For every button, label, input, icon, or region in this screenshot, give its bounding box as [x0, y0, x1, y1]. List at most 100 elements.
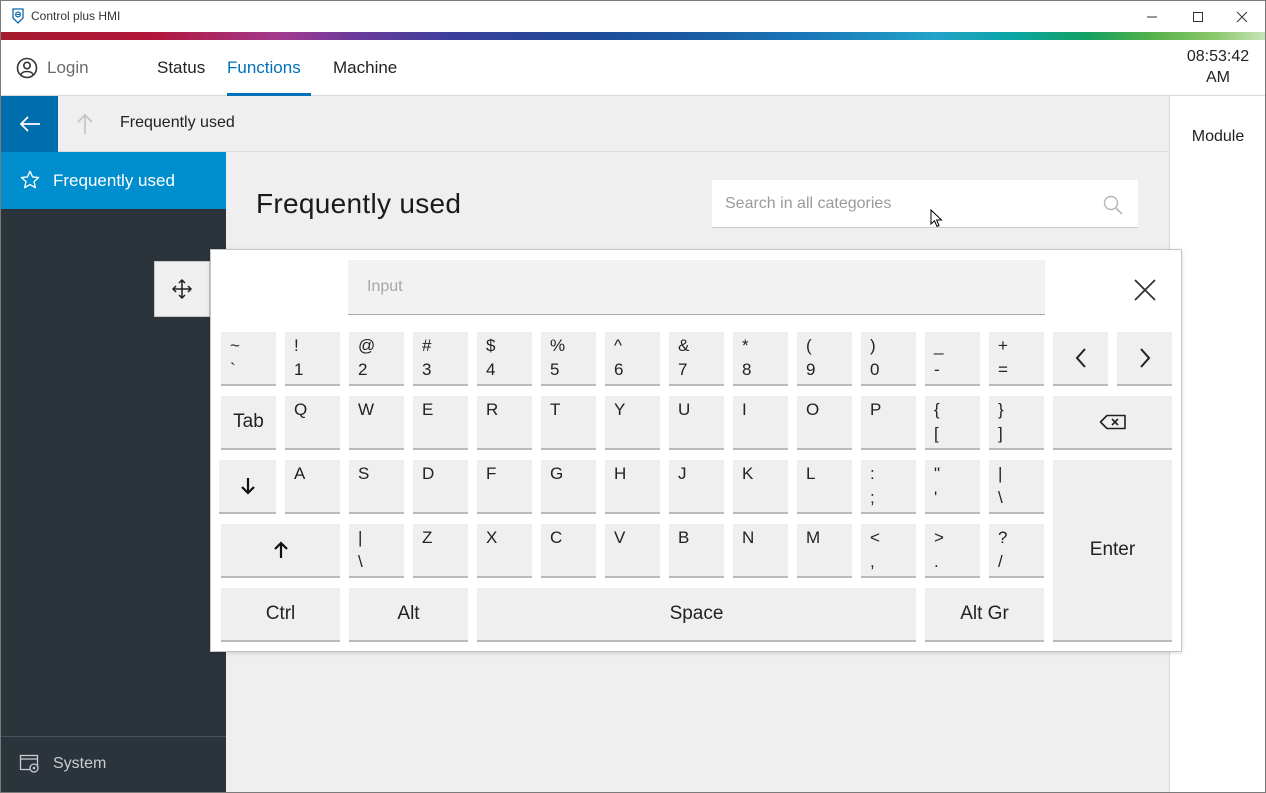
key-l[interactable]: L — [797, 460, 852, 514]
key-o[interactable]: O — [797, 396, 852, 450]
key-0[interactable]: ) 0 — [861, 332, 916, 386]
key-z[interactable]: Z — [413, 524, 468, 578]
key-slash[interactable]: ? / — [989, 524, 1044, 578]
arrow-down-icon — [240, 478, 255, 495]
key-8[interactable]: * 8 — [733, 332, 788, 386]
key-backspace[interactable] — [1053, 396, 1172, 450]
login-label: Login — [47, 58, 89, 77]
arrow-up-icon — [273, 541, 288, 558]
top-navigation: Login Status Functions Machine 08:53:42 … — [1, 40, 1265, 96]
search-input[interactable] — [712, 180, 1092, 227]
keyboard-close-button[interactable] — [1125, 272, 1165, 308]
key-9[interactable]: (9 — [797, 332, 852, 386]
key-t[interactable]: T — [541, 396, 596, 450]
key-q[interactable]: Q — [285, 396, 340, 450]
key-n[interactable]: N — [733, 524, 788, 578]
key-bracket-right[interactable]: }] — [989, 396, 1044, 450]
key-pipe[interactable]: | \ — [349, 524, 404, 578]
key-x[interactable]: X — [477, 524, 532, 578]
key-ctrl[interactable]: Ctrl — [221, 588, 340, 642]
key-v[interactable]: V — [605, 524, 660, 578]
up-button[interactable] — [71, 110, 99, 138]
key-cursor-left[interactable] — [1053, 332, 1108, 386]
maximize-button[interactable] — [1175, 1, 1221, 32]
brand-color-bar — [1, 32, 1265, 40]
key-backtick[interactable]: ~ ` — [221, 332, 276, 386]
title-bar: Control plus HMI — [1, 1, 1265, 32]
key-f[interactable]: F — [477, 460, 532, 514]
key-h[interactable]: H — [605, 460, 660, 514]
key-2[interactable]: @2 — [349, 332, 404, 386]
keyboard-move-handle[interactable] — [154, 261, 210, 317]
key-i[interactable]: I — [733, 396, 788, 450]
page-title: Frequently used — [256, 188, 462, 219]
key-tab[interactable]: Tab — [221, 396, 276, 450]
key-comma[interactable]: <, — [861, 524, 916, 578]
minimize-button[interactable] — [1129, 1, 1175, 32]
user-icon — [16, 57, 38, 79]
system-settings-icon — [19, 754, 39, 773]
key-e[interactable]: E — [413, 396, 468, 450]
key-p[interactable]: P — [861, 396, 916, 450]
key-3[interactable]: #3 — [413, 332, 468, 386]
key-4[interactable]: $4 — [477, 332, 532, 386]
key-caps-down[interactable] — [219, 460, 276, 514]
key-minus[interactable]: _ - — [925, 332, 980, 386]
clock-ampm: AM — [1206, 69, 1230, 86]
arrow-up-icon — [77, 113, 93, 134]
window-title: Control plus HMI — [31, 9, 121, 23]
key-5[interactable]: % 5 — [541, 332, 596, 386]
sidebar-item-system[interactable]: System — [1, 736, 226, 792]
chevron-right-icon — [1139, 348, 1150, 368]
clock-time: 08:53:42 — [1186, 48, 1250, 65]
key-alt-gr[interactable]: Alt Gr — [925, 588, 1044, 642]
module-panel: Module — [1169, 96, 1265, 792]
key-b[interactable]: B — [669, 524, 724, 578]
sidebar-item-frequently-used[interactable]: Frequently used — [1, 152, 226, 209]
key-7[interactable]: & 7 — [669, 332, 724, 386]
tab-status[interactable]: Status — [157, 40, 205, 96]
sidebar-item-label: Frequently used — [53, 171, 175, 190]
key-c[interactable]: C — [541, 524, 596, 578]
app-logo-icon — [12, 8, 24, 24]
sidebar: Frequently used System — [1, 152, 226, 792]
key-g[interactable]: G — [541, 460, 596, 514]
key-semicolon[interactable]: :; — [861, 460, 916, 514]
keyboard-input-field[interactable] — [348, 260, 1045, 315]
login-button[interactable]: Login — [15, 54, 89, 82]
arrow-left-icon — [19, 116, 40, 132]
key-enter[interactable]: Enter — [1053, 460, 1172, 642]
key-bracket-left[interactable]: {[ — [925, 396, 980, 450]
search-icon[interactable] — [1102, 194, 1124, 216]
move-icon — [171, 278, 193, 300]
key-s[interactable]: S — [349, 460, 404, 514]
chevron-left-icon — [1075, 348, 1086, 368]
app-window: Control plus HMI Login Status Functions … — [0, 0, 1266, 793]
window-close-button[interactable] — [1219, 1, 1265, 32]
key-j[interactable]: J — [669, 460, 724, 514]
key-y[interactable]: Y — [605, 396, 660, 450]
tab-machine[interactable]: Machine — [333, 40, 397, 96]
key-cursor-right[interactable] — [1117, 332, 1172, 386]
key-k[interactable]: K — [733, 460, 788, 514]
key-equals[interactable]: + = — [989, 332, 1044, 386]
key-u[interactable]: U — [669, 396, 724, 450]
key-m[interactable]: M — [797, 524, 852, 578]
tab-functions[interactable]: Functions — [227, 40, 301, 96]
key-a[interactable]: A — [285, 460, 340, 514]
key-r[interactable]: R — [477, 396, 532, 450]
key-6[interactable]: ^ 6 — [605, 332, 660, 386]
back-button[interactable] — [1, 96, 58, 152]
key-d[interactable]: D — [413, 460, 468, 514]
mouse-cursor-icon — [930, 209, 943, 228]
key-shift[interactable] — [221, 524, 340, 578]
key-space[interactable]: Space — [477, 588, 916, 642]
key-period[interactable]: >. — [925, 524, 980, 578]
key-w[interactable]: W — [349, 396, 404, 450]
key-alt[interactable]: Alt — [349, 588, 468, 642]
key-backslash[interactable]: | \ — [989, 460, 1044, 514]
key-quote[interactable]: " ' — [925, 460, 980, 514]
breadcrumb: Frequently used — [120, 114, 235, 131]
module-button[interactable]: Module — [1170, 128, 1265, 146]
key-1[interactable]: ! 1 — [285, 332, 340, 386]
